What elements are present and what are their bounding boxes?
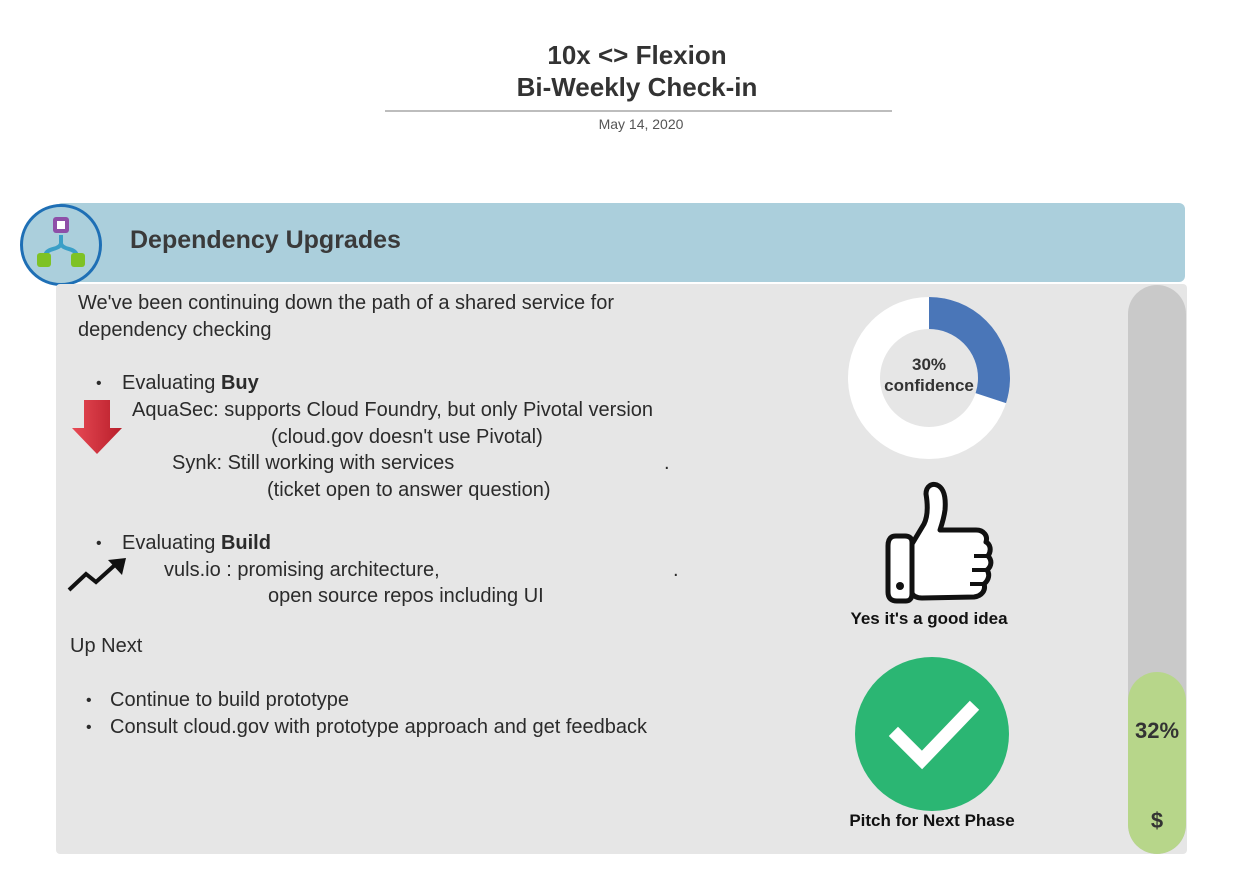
vuls-line2: open source repos including UI: [268, 585, 544, 607]
buy-heading: Evaluating Buy: [122, 372, 259, 395]
section-title: Dependency Upgrades: [130, 226, 401, 254]
up-next-item: Consult cloud.gov with prototype approac…: [110, 716, 648, 738]
confidence-value: 30%: [911, 355, 947, 374]
build-heading-keyword: Build: [220, 532, 271, 554]
up-next-bullet: •: [86, 692, 92, 709]
slide-title: 10x <> Flexion: [547, 40, 727, 70]
thumbs-up-icon: [866, 480, 996, 611]
intro-text-line1: We've been continuing down the path of a…: [78, 292, 615, 314]
confidence-label: 30% confidence: [848, 354, 1010, 396]
buy-heading-keyword: Buy: [220, 372, 259, 394]
checkmark-icon: [854, 656, 1010, 817]
down-arrow-icon: [70, 398, 124, 461]
synk-line1: Synk: Still working with services: [172, 452, 455, 474]
vuls-line1: vuls.io : promising architecture,: [164, 559, 440, 581]
slide-date: May 14, 2020: [598, 116, 684, 132]
synk-line2: (ticket open to answer question): [267, 479, 551, 501]
build-heading: Evaluating Build: [122, 532, 271, 555]
aquasec-line2: (cloud.gov doesn't use Pivotal): [271, 426, 543, 448]
up-next-item: Continue to build prototype: [110, 689, 350, 711]
budget-progress-bar: [1128, 285, 1186, 854]
buy-heading-prefix: Evaluating: [122, 372, 221, 394]
synk-dot: .: [664, 452, 670, 474]
next-step-caption: Pitch for Next Phase: [849, 811, 1015, 830]
aquasec-line1: AquaSec: supports Cloud Foundry, but onl…: [132, 399, 654, 421]
up-next-heading: Up Next: [70, 635, 143, 657]
up-next-bullet: •: [86, 719, 92, 736]
trend-up-icon: [66, 556, 128, 599]
slide-subtitle: Bi-Weekly Check-in: [516, 72, 758, 102]
confidence-text: confidence: [884, 376, 974, 395]
budget-percent: 32%: [1134, 718, 1180, 743]
build-heading-prefix: Evaluating: [122, 532, 221, 554]
title-divider: [385, 110, 892, 112]
vuls-dot: .: [673, 559, 679, 581]
verdict-caption: Yes it's a good idea: [850, 609, 1008, 628]
dollar-icon: $: [1150, 808, 1164, 833]
intro-text-line2: dependency checking: [78, 319, 272, 341]
buy-bullet: •: [96, 375, 102, 392]
hierarchy-icon: [20, 204, 102, 286]
build-bullet: •: [96, 535, 102, 552]
